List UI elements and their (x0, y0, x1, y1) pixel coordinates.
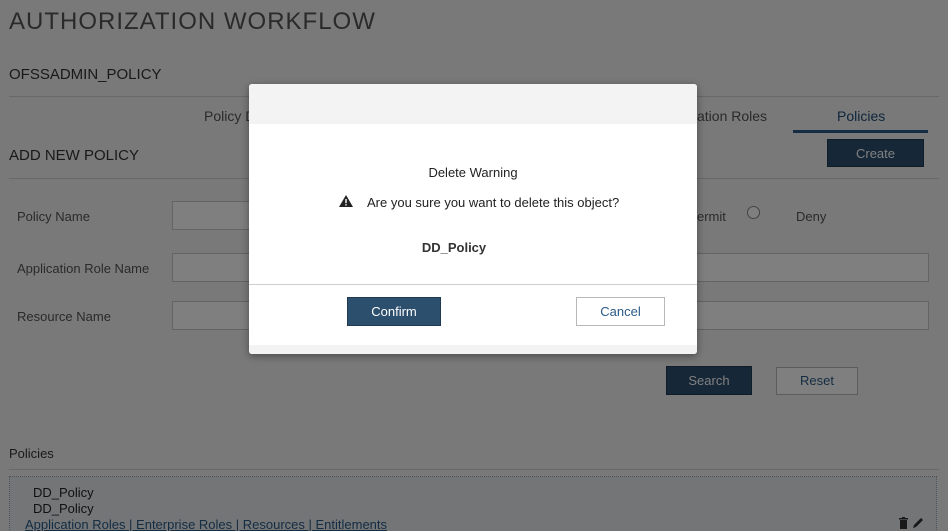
dialog-object-name: DD_Policy (421, 240, 487, 255)
dialog-divider (249, 284, 697, 285)
dialog-message: Are you sure you want to delete this obj… (367, 195, 620, 210)
dialog-message-row: Are you sure you want to delete this obj… (339, 195, 619, 210)
cancel-button[interactable]: Cancel (576, 297, 665, 326)
dialog-heading: Delete Warning (428, 165, 518, 180)
dialog-header (249, 84, 697, 124)
delete-warning-dialog: Delete Warning Are you sure you want to … (249, 84, 697, 354)
confirm-button[interactable]: Confirm (347, 297, 441, 326)
dialog-footer (249, 345, 697, 354)
warning-triangle-icon (339, 195, 355, 210)
